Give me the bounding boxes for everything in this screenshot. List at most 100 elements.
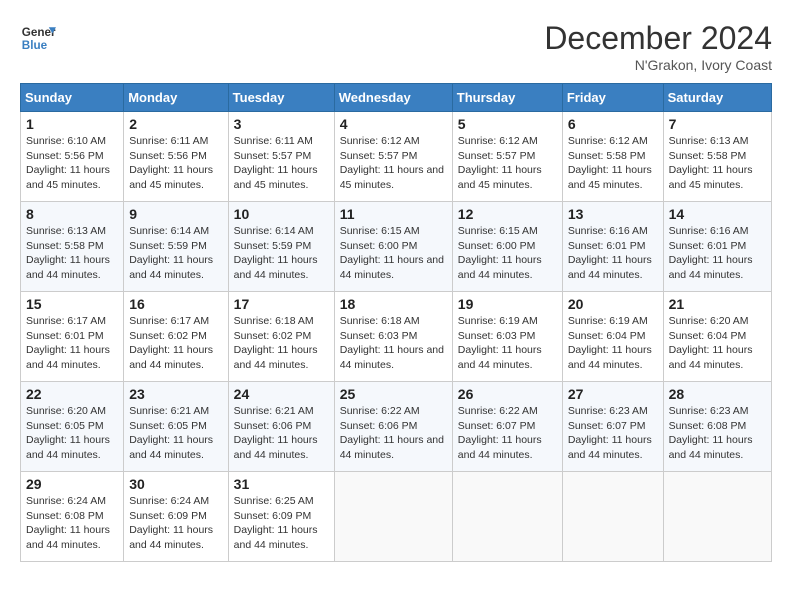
weekday-header-sunday: Sunday xyxy=(21,84,124,112)
day-info: Sunrise: 6:18 AMSunset: 6:03 PMDaylight:… xyxy=(340,315,444,371)
day-number: 21 xyxy=(669,296,766,312)
calendar-cell: 13 Sunrise: 6:16 AMSunset: 6:01 PMDaylig… xyxy=(562,202,663,292)
day-number: 2 xyxy=(129,116,222,132)
calendar-cell: 20 Sunrise: 6:19 AMSunset: 6:04 PMDaylig… xyxy=(562,292,663,382)
calendar-cell: 19 Sunrise: 6:19 AMSunset: 6:03 PMDaylig… xyxy=(452,292,562,382)
calendar-cell: 26 Sunrise: 6:22 AMSunset: 6:07 PMDaylig… xyxy=(452,382,562,472)
day-number: 11 xyxy=(340,206,447,222)
day-info: Sunrise: 6:24 AMSunset: 6:09 PMDaylight:… xyxy=(129,495,213,551)
calendar-week-row: 15 Sunrise: 6:17 AMSunset: 6:01 PMDaylig… xyxy=(21,292,772,382)
day-number: 20 xyxy=(568,296,658,312)
calendar-cell: 4 Sunrise: 6:12 AMSunset: 5:57 PMDayligh… xyxy=(334,112,452,202)
calendar-cell xyxy=(663,472,771,562)
calendar-cell: 31 Sunrise: 6:25 AMSunset: 6:09 PMDaylig… xyxy=(228,472,334,562)
weekday-header-friday: Friday xyxy=(562,84,663,112)
calendar-cell: 8 Sunrise: 6:13 AMSunset: 5:58 PMDayligh… xyxy=(21,202,124,292)
location-title: N'Grakon, Ivory Coast xyxy=(544,57,772,73)
calendar-cell xyxy=(334,472,452,562)
calendar-week-row: 29 Sunrise: 6:24 AMSunset: 6:08 PMDaylig… xyxy=(21,472,772,562)
day-info: Sunrise: 6:11 AMSunset: 5:57 PMDaylight:… xyxy=(234,135,318,191)
day-info: Sunrise: 6:10 AMSunset: 5:56 PMDaylight:… xyxy=(26,135,110,191)
day-number: 23 xyxy=(129,386,222,402)
calendar-cell: 2 Sunrise: 6:11 AMSunset: 5:56 PMDayligh… xyxy=(124,112,228,202)
day-number: 6 xyxy=(568,116,658,132)
calendar-table: SundayMondayTuesdayWednesdayThursdayFrid… xyxy=(20,83,772,562)
day-number: 25 xyxy=(340,386,447,402)
day-number: 16 xyxy=(129,296,222,312)
calendar-cell: 5 Sunrise: 6:12 AMSunset: 5:57 PMDayligh… xyxy=(452,112,562,202)
day-number: 10 xyxy=(234,206,329,222)
svg-text:Blue: Blue xyxy=(22,39,48,52)
day-number: 12 xyxy=(458,206,557,222)
day-info: Sunrise: 6:17 AMSunset: 6:02 PMDaylight:… xyxy=(129,315,213,371)
day-info: Sunrise: 6:24 AMSunset: 6:08 PMDaylight:… xyxy=(26,495,110,551)
calendar-cell: 30 Sunrise: 6:24 AMSunset: 6:09 PMDaylig… xyxy=(124,472,228,562)
day-number: 13 xyxy=(568,206,658,222)
logo: General Blue xyxy=(20,20,56,56)
day-number: 29 xyxy=(26,476,118,492)
day-info: Sunrise: 6:20 AMSunset: 6:04 PMDaylight:… xyxy=(669,315,753,371)
calendar-cell: 11 Sunrise: 6:15 AMSunset: 6:00 PMDaylig… xyxy=(334,202,452,292)
day-info: Sunrise: 6:22 AMSunset: 6:06 PMDaylight:… xyxy=(340,405,444,461)
calendar-cell: 15 Sunrise: 6:17 AMSunset: 6:01 PMDaylig… xyxy=(21,292,124,382)
day-info: Sunrise: 6:15 AMSunset: 6:00 PMDaylight:… xyxy=(340,225,444,281)
calendar-cell: 12 Sunrise: 6:15 AMSunset: 6:00 PMDaylig… xyxy=(452,202,562,292)
day-info: Sunrise: 6:13 AMSunset: 5:58 PMDaylight:… xyxy=(669,135,753,191)
calendar-cell: 27 Sunrise: 6:23 AMSunset: 6:07 PMDaylig… xyxy=(562,382,663,472)
day-number: 30 xyxy=(129,476,222,492)
calendar-week-row: 22 Sunrise: 6:20 AMSunset: 6:05 PMDaylig… xyxy=(21,382,772,472)
day-info: Sunrise: 6:14 AMSunset: 5:59 PMDaylight:… xyxy=(234,225,318,281)
day-number: 28 xyxy=(669,386,766,402)
weekday-header-row: SundayMondayTuesdayWednesdayThursdayFrid… xyxy=(21,84,772,112)
calendar-cell: 28 Sunrise: 6:23 AMSunset: 6:08 PMDaylig… xyxy=(663,382,771,472)
day-info: Sunrise: 6:21 AMSunset: 6:06 PMDaylight:… xyxy=(234,405,318,461)
day-number: 31 xyxy=(234,476,329,492)
calendar-cell: 17 Sunrise: 6:18 AMSunset: 6:02 PMDaylig… xyxy=(228,292,334,382)
day-number: 3 xyxy=(234,116,329,132)
day-info: Sunrise: 6:18 AMSunset: 6:02 PMDaylight:… xyxy=(234,315,318,371)
day-info: Sunrise: 6:17 AMSunset: 6:01 PMDaylight:… xyxy=(26,315,110,371)
calendar-cell: 21 Sunrise: 6:20 AMSunset: 6:04 PMDaylig… xyxy=(663,292,771,382)
calendar-cell xyxy=(562,472,663,562)
logo-icon: General Blue xyxy=(20,20,56,56)
day-number: 27 xyxy=(568,386,658,402)
calendar-cell: 6 Sunrise: 6:12 AMSunset: 5:58 PMDayligh… xyxy=(562,112,663,202)
calendar-cell: 24 Sunrise: 6:21 AMSunset: 6:06 PMDaylig… xyxy=(228,382,334,472)
calendar-cell: 29 Sunrise: 6:24 AMSunset: 6:08 PMDaylig… xyxy=(21,472,124,562)
calendar-cell: 14 Sunrise: 6:16 AMSunset: 6:01 PMDaylig… xyxy=(663,202,771,292)
calendar-cell: 16 Sunrise: 6:17 AMSunset: 6:02 PMDaylig… xyxy=(124,292,228,382)
calendar-cell: 7 Sunrise: 6:13 AMSunset: 5:58 PMDayligh… xyxy=(663,112,771,202)
day-info: Sunrise: 6:11 AMSunset: 5:56 PMDaylight:… xyxy=(129,135,213,191)
day-info: Sunrise: 6:12 AMSunset: 5:58 PMDaylight:… xyxy=(568,135,652,191)
month-title: December 2024 xyxy=(544,20,772,57)
day-number: 15 xyxy=(26,296,118,312)
day-number: 7 xyxy=(669,116,766,132)
weekday-header-monday: Monday xyxy=(124,84,228,112)
day-info: Sunrise: 6:19 AMSunset: 6:03 PMDaylight:… xyxy=(458,315,542,371)
calendar-cell: 1 Sunrise: 6:10 AMSunset: 5:56 PMDayligh… xyxy=(21,112,124,202)
day-info: Sunrise: 6:16 AMSunset: 6:01 PMDaylight:… xyxy=(669,225,753,281)
day-number: 17 xyxy=(234,296,329,312)
day-info: Sunrise: 6:12 AMSunset: 5:57 PMDaylight:… xyxy=(458,135,542,191)
title-area: December 2024 N'Grakon, Ivory Coast xyxy=(544,20,772,73)
day-number: 18 xyxy=(340,296,447,312)
day-info: Sunrise: 6:19 AMSunset: 6:04 PMDaylight:… xyxy=(568,315,652,371)
day-number: 19 xyxy=(458,296,557,312)
calendar-cell: 22 Sunrise: 6:20 AMSunset: 6:05 PMDaylig… xyxy=(21,382,124,472)
calendar-cell: 10 Sunrise: 6:14 AMSunset: 5:59 PMDaylig… xyxy=(228,202,334,292)
header: General Blue December 2024 N'Grakon, Ivo… xyxy=(20,20,772,73)
day-info: Sunrise: 6:13 AMSunset: 5:58 PMDaylight:… xyxy=(26,225,110,281)
calendar-cell: 3 Sunrise: 6:11 AMSunset: 5:57 PMDayligh… xyxy=(228,112,334,202)
day-info: Sunrise: 6:16 AMSunset: 6:01 PMDaylight:… xyxy=(568,225,652,281)
day-number: 14 xyxy=(669,206,766,222)
calendar-week-row: 1 Sunrise: 6:10 AMSunset: 5:56 PMDayligh… xyxy=(21,112,772,202)
weekday-header-tuesday: Tuesday xyxy=(228,84,334,112)
day-info: Sunrise: 6:14 AMSunset: 5:59 PMDaylight:… xyxy=(129,225,213,281)
day-number: 9 xyxy=(129,206,222,222)
calendar-cell: 9 Sunrise: 6:14 AMSunset: 5:59 PMDayligh… xyxy=(124,202,228,292)
day-number: 22 xyxy=(26,386,118,402)
day-info: Sunrise: 6:23 AMSunset: 6:07 PMDaylight:… xyxy=(568,405,652,461)
weekday-header-saturday: Saturday xyxy=(663,84,771,112)
day-number: 4 xyxy=(340,116,447,132)
day-number: 8 xyxy=(26,206,118,222)
